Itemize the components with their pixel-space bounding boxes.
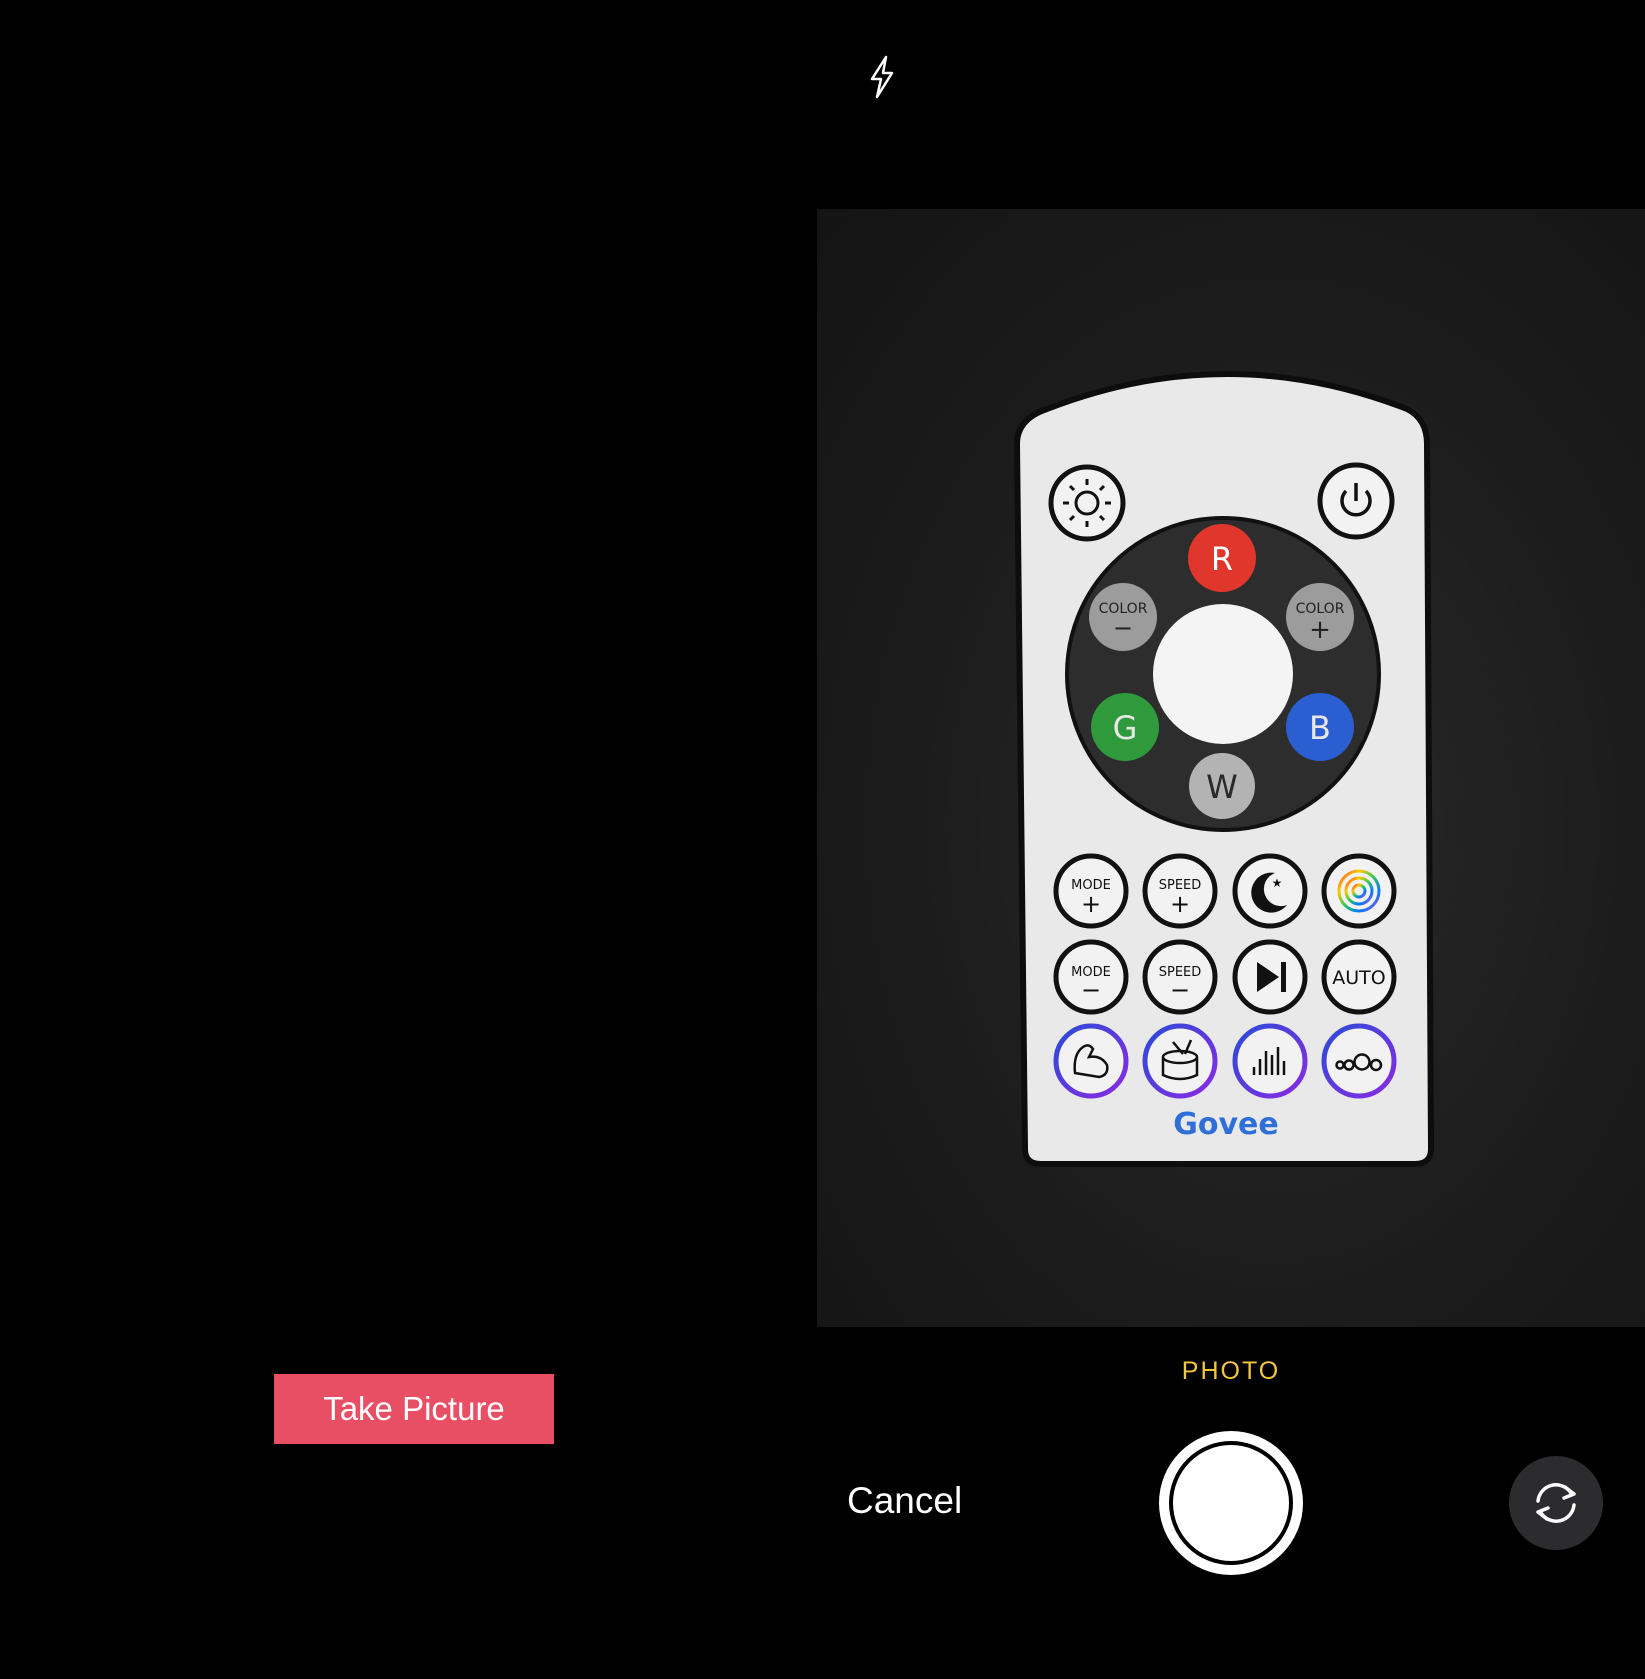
brightness-icon	[1048, 464, 1126, 542]
svg-text:★: ★	[1272, 876, 1283, 890]
remote-control: R COLOR − COLOR + G B W MODE + SPEED + ★…	[1013, 370, 1435, 1167]
bubbles-icon	[1321, 1023, 1397, 1099]
white-label: W	[1206, 768, 1238, 806]
camera-flip-icon[interactable]	[1509, 1456, 1603, 1550]
shutter-button[interactable]	[1159, 1431, 1303, 1575]
color-plus-sign: +	[1309, 615, 1331, 645]
brand-logo: Govee	[1173, 1107, 1278, 1142]
speed-plus-sign: +	[1170, 890, 1190, 918]
green-label: G	[1113, 709, 1138, 747]
screen: Take Picture R COLOR − COLOR + G B W MOD…	[0, 0, 1645, 1679]
equalizer-icon	[1232, 1023, 1308, 1099]
cancel-button[interactable]: Cancel	[847, 1480, 962, 1522]
flash-icon[interactable]	[857, 52, 907, 102]
night-moon-icon	[1232, 853, 1308, 929]
color-minus-sign: −	[1113, 614, 1133, 642]
drum-icon	[1142, 1023, 1218, 1099]
camera-mode-label[interactable]: PHOTO	[817, 1357, 1645, 1386]
shutter-inner	[1169, 1441, 1293, 1565]
muscle-icon	[1053, 1023, 1129, 1099]
red-label: R	[1211, 540, 1233, 578]
rainbow-swirl-icon	[1321, 853, 1397, 929]
blue-label: B	[1309, 709, 1331, 747]
camera-panel: R COLOR − COLOR + G B W MODE + SPEED + ★…	[817, 0, 1645, 1679]
mode-plus-sign: +	[1081, 890, 1101, 918]
viewfinder[interactable]: R COLOR − COLOR + G B W MODE + SPEED + ★…	[817, 209, 1645, 1327]
auto-label: AUTO	[1332, 967, 1385, 989]
mode-minus-sign: −	[1081, 976, 1101, 1004]
speed-minus-sign: −	[1170, 976, 1190, 1004]
take-picture-button[interactable]: Take Picture	[274, 1374, 554, 1444]
